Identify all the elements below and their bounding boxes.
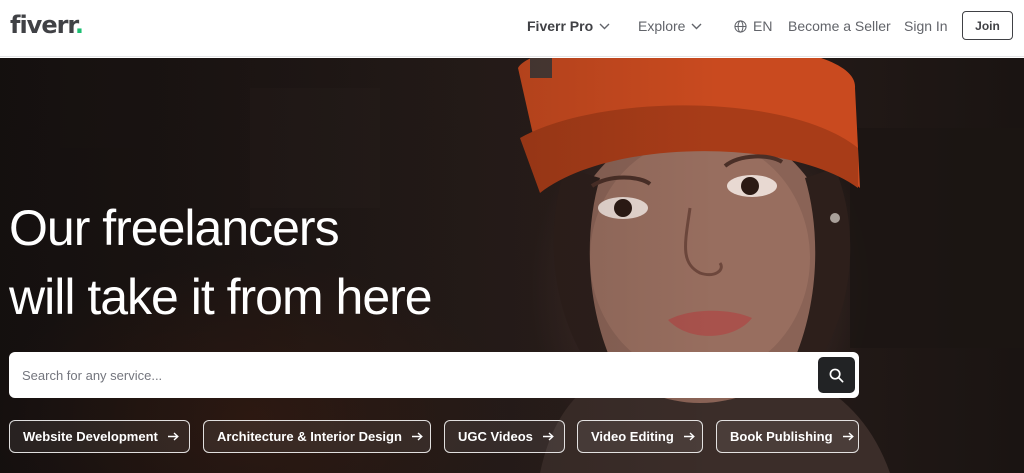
nav-fiverr-pro-label: Fiverr Pro [527, 18, 594, 34]
search-bar [9, 352, 859, 398]
search-icon [829, 368, 844, 383]
hero-headline: Our freelancers will take it from here [9, 194, 569, 332]
chip-book-publishing[interactable]: Book Publishing [716, 420, 859, 453]
top-navigation-bar: fiverr. Fiverr Pro Explore EN Become a S… [0, 0, 1024, 57]
nav-language-selector[interactable]: EN [734, 17, 772, 35]
hero-headline-line-1: Our freelancers [9, 200, 340, 256]
hero-section: Our freelancers will take it from here W… [0, 58, 1024, 473]
nav-fiverr-pro[interactable]: Fiverr Pro [527, 17, 610, 35]
arrow-right-icon [842, 432, 854, 441]
chip-label: UGC Videos [458, 429, 533, 444]
chip-ugc-videos[interactable]: UGC Videos [444, 420, 565, 453]
nav-sign-in[interactable]: Sign In [904, 17, 948, 35]
chip-website-development[interactable]: Website Development [9, 420, 190, 453]
chip-architecture-interior-design[interactable]: Architecture & Interior Design [203, 420, 431, 453]
chevron-down-icon [599, 23, 610, 30]
hero-headline-line-2: will take it from here [9, 269, 433, 325]
chip-label: Website Development [23, 429, 158, 444]
nav-become-seller[interactable]: Become a Seller [788, 17, 891, 35]
arrow-right-icon [683, 432, 695, 441]
arrow-right-icon [411, 432, 423, 441]
join-button[interactable]: Join [962, 11, 1013, 40]
search-button[interactable] [818, 357, 855, 393]
chip-label: Book Publishing [730, 429, 833, 444]
arrow-right-icon [167, 432, 179, 441]
chip-label: Architecture & Interior Design [217, 429, 402, 444]
chip-video-editing[interactable]: Video Editing [577, 420, 703, 453]
nav-explore-label: Explore [638, 18, 686, 34]
arrow-right-icon [542, 432, 554, 441]
nav-language-label: EN [753, 18, 773, 34]
search-input[interactable] [9, 352, 859, 398]
nav-explore[interactable]: Explore [638, 17, 702, 35]
globe-icon [734, 19, 747, 33]
chevron-down-icon [691, 23, 702, 30]
fiverr-logo[interactable]: fiverr. [10, 9, 84, 41]
chip-label: Video Editing [591, 429, 674, 444]
